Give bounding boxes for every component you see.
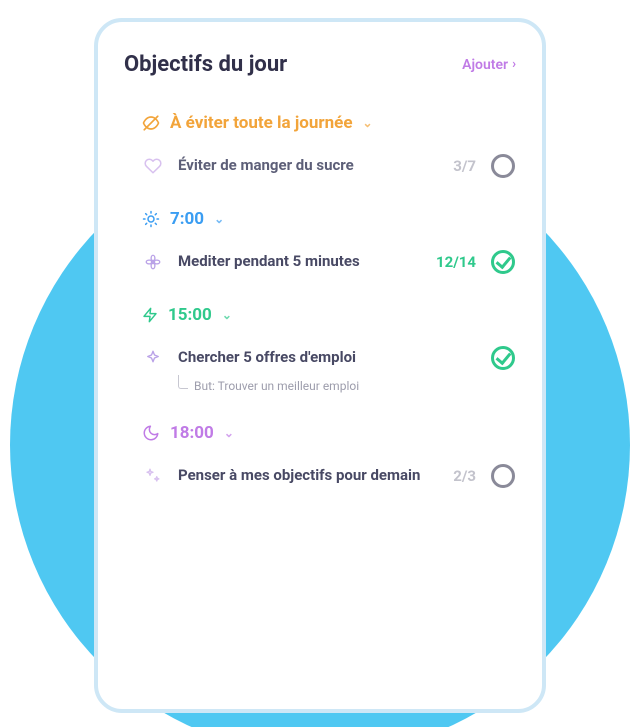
chevron-down-icon: ⌄ bbox=[363, 116, 373, 130]
section-time: 15:00 bbox=[168, 305, 212, 325]
check-circle-icon bbox=[491, 346, 515, 370]
card-header: Objectifs du jour Ajouter › bbox=[124, 52, 516, 77]
elbow-icon bbox=[178, 375, 188, 389]
add-button-label: Ajouter bbox=[462, 57, 508, 73]
chevron-down-icon: ⌄ bbox=[224, 426, 234, 440]
section-afternoon: 15:00 ⌄ Chercher 5 offres d'emploi But: … bbox=[124, 305, 516, 393]
goals-card: Objectifs du jour Ajouter › À éviter tou… bbox=[94, 18, 546, 713]
section-time: 7:00 bbox=[170, 209, 204, 229]
task-row[interactable]: Mediter pendant 5 minutes 12/14 bbox=[142, 249, 516, 275]
section-title: À éviter toute la journée bbox=[170, 113, 353, 133]
chevron-down-icon: ⌄ bbox=[214, 212, 224, 226]
ring-icon bbox=[491, 464, 515, 488]
task-label: Penser à mes objectifs pour demain bbox=[178, 466, 422, 486]
section-time: 18:00 bbox=[170, 423, 214, 443]
sparkle-icon bbox=[142, 349, 164, 367]
moon-icon bbox=[142, 424, 160, 442]
section-header-morning[interactable]: 7:00 ⌄ bbox=[142, 209, 516, 229]
section-evening: 18:00 ⌄ Penser à mes objectifs pour dema… bbox=[124, 423, 516, 489]
section-header-allday[interactable]: À éviter toute la journée ⌄ bbox=[142, 113, 516, 133]
avoid-icon bbox=[142, 114, 160, 132]
page-title: Objectifs du jour bbox=[124, 52, 287, 77]
bolt-icon bbox=[142, 306, 158, 324]
flower-icon bbox=[142, 253, 164, 271]
task-note-text: But: Trouver un meilleur emploi bbox=[194, 379, 359, 393]
task-label: Chercher 5 offres d'emploi bbox=[178, 348, 422, 368]
task-status-incomplete[interactable] bbox=[490, 153, 516, 179]
task-count: 2/3 bbox=[436, 467, 476, 485]
ring-icon bbox=[491, 154, 515, 178]
check-circle-icon bbox=[491, 250, 515, 274]
section-header-afternoon[interactable]: 15:00 ⌄ bbox=[142, 305, 516, 325]
task-status-complete[interactable] bbox=[490, 345, 516, 371]
task-count: 12/14 bbox=[436, 253, 476, 271]
heart-icon bbox=[142, 157, 164, 175]
task-row[interactable]: Penser à mes objectifs pour demain 2/3 bbox=[142, 463, 516, 489]
chevron-down-icon: ⌄ bbox=[222, 308, 232, 322]
task-status-incomplete[interactable] bbox=[490, 463, 516, 489]
task-status-complete[interactable] bbox=[490, 249, 516, 275]
chevron-right-icon: › bbox=[512, 57, 516, 72]
section-header-evening[interactable]: 18:00 ⌄ bbox=[142, 423, 516, 443]
stars-icon bbox=[142, 467, 164, 485]
task-row[interactable]: Éviter de manger du sucre 3/7 bbox=[142, 153, 516, 179]
task-subnote: But: Trouver un meilleur emploi bbox=[178, 379, 516, 393]
add-button[interactable]: Ajouter › bbox=[462, 57, 516, 73]
task-label: Mediter pendant 5 minutes bbox=[178, 252, 422, 272]
task-count: 3/7 bbox=[436, 157, 476, 175]
section-allday: À éviter toute la journée ⌄ Éviter de ma… bbox=[124, 113, 516, 179]
task-row[interactable]: Chercher 5 offres d'emploi bbox=[142, 345, 516, 371]
sun-icon bbox=[142, 210, 160, 228]
task-label: Éviter de manger du sucre bbox=[178, 156, 422, 176]
section-morning: 7:00 ⌄ Mediter pendant 5 minutes 12/14 bbox=[124, 209, 516, 275]
